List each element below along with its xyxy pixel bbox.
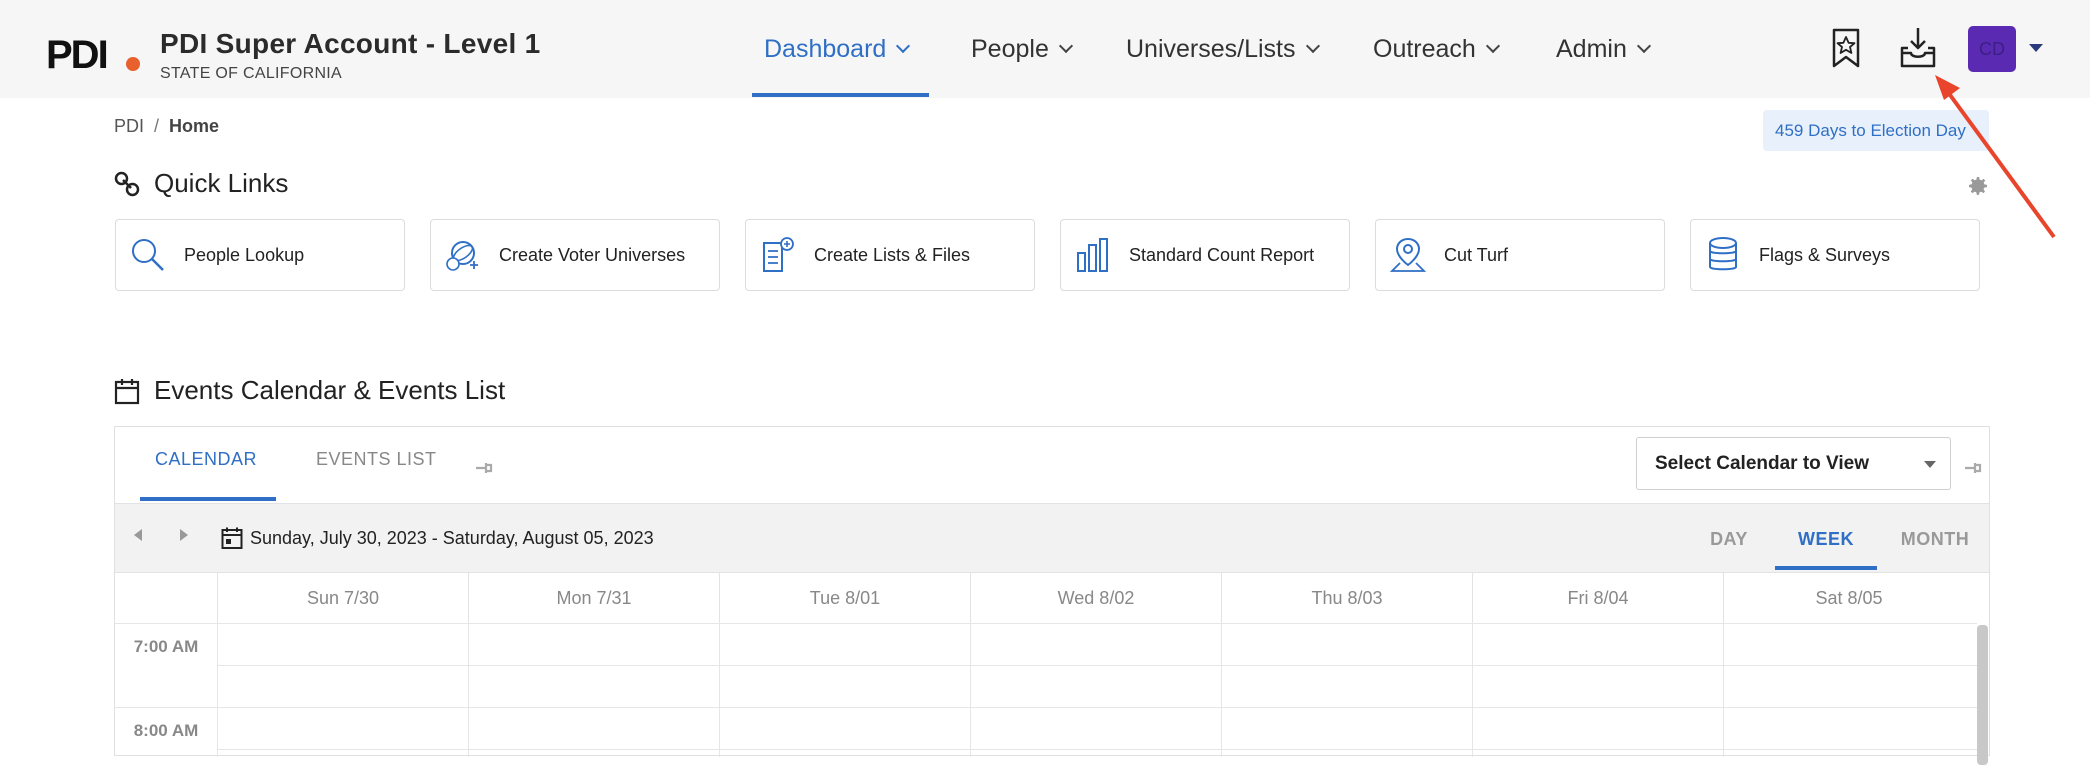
dropdown-caret-icon: [1924, 461, 1936, 468]
select-calendar-label: Select Calendar to View: [1655, 452, 1870, 474]
grid-line: [719, 623, 720, 757]
nav-people-label: People: [971, 34, 1049, 63]
globe-plus-icon: [446, 241, 478, 271]
breadcrumb-separator: /: [154, 116, 160, 136]
grid-line: [217, 623, 218, 757]
view-week-button[interactable]: WEEK: [1775, 504, 1877, 574]
grid-line: [217, 749, 1977, 750]
chevron-down-icon: [1636, 38, 1651, 54]
nav-universes-lists-label: Universes/Lists: [1126, 34, 1296, 63]
document-plus-icon: [763, 237, 794, 272]
tab-calendar[interactable]: CALENDAR: [155, 449, 257, 493]
tab-events-list[interactable]: EVENTS LIST: [316, 449, 437, 493]
grid-scrollbar[interactable]: [1977, 625, 1988, 765]
quick-links-heading: Quick Links: [114, 168, 288, 199]
nav-dashboard[interactable]: Dashboard: [764, 0, 911, 98]
day-header: Thu 8/03: [1221, 573, 1472, 623]
calendar-icon: [114, 378, 140, 404]
previous-week-button[interactable]: [134, 529, 142, 541]
grid-line: [217, 665, 1977, 666]
tab-active-indicator: [140, 497, 276, 501]
quick-link-label: Create Voter Universes: [499, 244, 686, 265]
nav-outreach-label: Outreach: [1373, 34, 1476, 63]
day-header: Sat 8/05: [1723, 573, 1974, 623]
day-header: Tue 8/01: [719, 573, 970, 623]
select-calendar-dropdown[interactable]: Select Calendar to View: [1636, 437, 1951, 490]
link-chain-icon: [114, 171, 140, 196]
view-day-button[interactable]: DAY: [1693, 504, 1765, 574]
top-navigation-bar: PDI PDI Super Account - Level 1 STATE OF…: [0, 0, 2090, 98]
next-week-button[interactable]: [180, 529, 188, 541]
grid-line: [468, 623, 469, 757]
quick-link-label: People Lookup: [184, 244, 305, 265]
magnifier-icon: [132, 239, 164, 271]
nav-dashboard-label: Dashboard: [764, 34, 887, 63]
chevron-down-icon: [1058, 38, 1073, 54]
grid-line: [1723, 623, 1724, 757]
quick-link-label: Flags & Surveys: [1759, 244, 1891, 265]
time-slot-label: 8:00 AM: [133, 721, 199, 740]
chevron-down-icon: [1485, 38, 1500, 54]
view-active-indicator: [1775, 566, 1877, 570]
events-panel: CALENDAR EVENTS LIST Select Calendar to …: [114, 426, 1990, 765]
quick-link-cut-turf[interactable]: Cut Turf: [1375, 219, 1665, 291]
day-header: Sun 7/30: [217, 573, 468, 623]
annotation-arrow: [1935, 75, 2056, 239]
grid-line: [115, 623, 1977, 624]
breadcrumb: PDI / Home: [114, 116, 219, 137]
avatar-caret-icon[interactable]: [2029, 44, 2043, 52]
chevron-down-icon: [1305, 38, 1320, 54]
svg-text:PDI: PDI: [46, 34, 107, 72]
nav-admin-label: Admin: [1556, 34, 1627, 63]
grid-line: [115, 707, 1977, 708]
view-month-button[interactable]: MONTH: [1885, 504, 1985, 574]
database-icon: [1709, 237, 1737, 271]
account-subtitle: STATE OF CALIFORNIA: [160, 65, 343, 82]
bar-chart-icon: [1077, 238, 1108, 272]
breadcrumb-current: Home: [169, 116, 220, 136]
nav-universes-lists[interactable]: Universes/Lists: [1126, 0, 1320, 98]
quick-link-label: Standard Count Report: [1129, 244, 1315, 265]
map-pin-icon: [1389, 237, 1427, 272]
date-range-label: Sunday, July 30, 2023 - Saturday, August…: [250, 528, 654, 548]
breadcrumb-root[interactable]: PDI: [114, 116, 144, 136]
user-avatar[interactable]: CD: [1968, 26, 2016, 72]
pdi-logo[interactable]: PDI: [46, 34, 142, 72]
pin-icon[interactable]: [1961, 457, 1983, 479]
calendar-picker-icon[interactable]: [221, 526, 243, 550]
grid-line: [1221, 623, 1222, 757]
nav-outreach[interactable]: Outreach: [1373, 0, 1500, 98]
bookmark-star-icon[interactable]: [1826, 26, 1866, 70]
quick-link-create-lists-files[interactable]: Create Lists & Files: [745, 219, 1035, 291]
quick-links-title: Quick Links: [154, 168, 289, 198]
download-inbox-icon[interactable]: [1898, 26, 1938, 70]
grid-line: [1472, 623, 1473, 757]
quick-link-people-lookup[interactable]: People Lookup: [115, 219, 405, 291]
pin-icon[interactable]: [472, 457, 494, 479]
grid-line: [970, 623, 971, 757]
quick-link-create-voter-universes[interactable]: Create Voter Universes: [430, 219, 720, 291]
time-slot-label: 7:00 AM: [133, 637, 199, 656]
nav-active-indicator: [752, 93, 929, 97]
chevron-down-icon: [896, 38, 911, 54]
account-title: PDI Super Account - Level 1: [160, 28, 541, 59]
calendar-toolbar: Sunday, July 30, 2023 - Saturday, August…: [115, 503, 1989, 573]
day-header: Mon 7/31: [468, 573, 719, 623]
day-header: Fri 8/04: [1472, 573, 1723, 623]
quick-link-label: Create Lists & Files: [814, 244, 971, 265]
quick-link-label: Cut Turf: [1444, 244, 1509, 265]
day-header: Wed 8/02: [970, 573, 1221, 623]
nav-people[interactable]: People: [971, 0, 1073, 98]
nav-admin[interactable]: Admin: [1556, 0, 1651, 98]
week-grid: Sun 7/30 Mon 7/31 Tue 8/01 Wed 8/02 Thu …: [115, 573, 1989, 765]
quick-link-standard-count-report[interactable]: Standard Count Report: [1060, 219, 1350, 291]
events-title: Events Calendar & Events List: [154, 375, 506, 405]
events-heading: Events Calendar & Events List: [114, 375, 505, 406]
